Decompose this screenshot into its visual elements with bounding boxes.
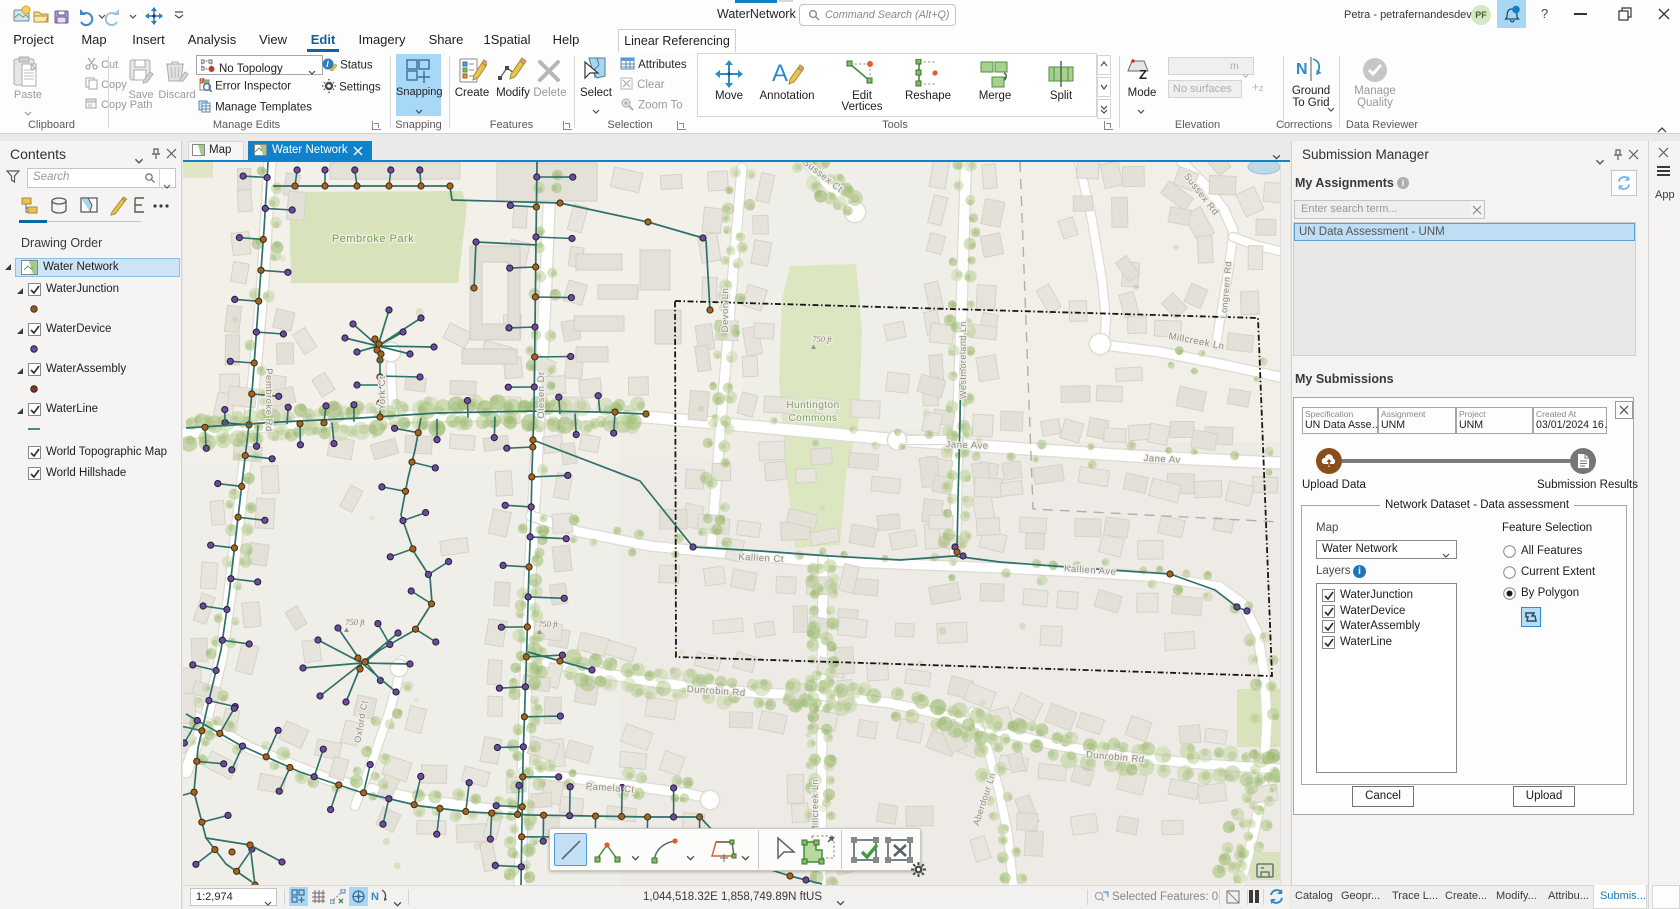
- svg-text:Pembroke Park: Pembroke Park: [332, 233, 414, 245]
- svg-text:A: A: [772, 60, 788, 87]
- svg-text:Jane Av: Jane Av: [1143, 453, 1181, 466]
- svg-text:Commons: Commons: [788, 413, 837, 424]
- svg-text:Millcreek Ln: Millcreek Ln: [810, 779, 820, 833]
- svg-text:Huntington: Huntington: [786, 400, 839, 411]
- svg-text:Jane Ave: Jane Ave: [945, 439, 988, 451]
- svg-text:York Ct: York Ct: [377, 376, 388, 410]
- svg-text:Westmoreland Ln: Westmoreland Ln: [958, 321, 968, 399]
- svg-text:Devon Ln: Devon Ln: [720, 288, 731, 333]
- svg-text:Olesen Dr: Olesen Dr: [536, 371, 547, 418]
- svg-text:N: N: [371, 891, 379, 903]
- svg-text:Z: Z: [1139, 67, 1147, 82]
- svg-text:N: N: [1296, 61, 1308, 78]
- svg-text:w: w: [87, 103, 93, 109]
- svg-text:750 ft: 750 ft: [538, 619, 558, 629]
- svg-text:Pembroke Rd: Pembroke Rd: [263, 368, 274, 432]
- svg-text:750 ft: 750 ft: [345, 617, 365, 627]
- svg-text:750 ft: 750 ft: [812, 334, 832, 344]
